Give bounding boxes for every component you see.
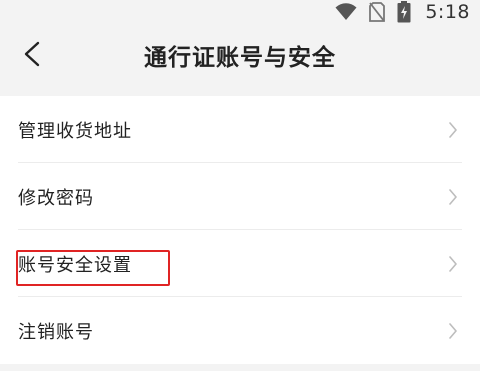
list-item-label: 账号安全设置 xyxy=(18,254,132,276)
list-item-delete-account[interactable]: 注销账号 xyxy=(0,297,480,364)
list-item-label: 修改密码 xyxy=(18,187,94,209)
chevron-right-icon xyxy=(449,255,457,272)
no-sim-icon xyxy=(369,2,386,22)
status-bar: 5:18 xyxy=(0,0,480,24)
page-title: 通行证账号与安全 xyxy=(144,45,336,71)
wifi-icon xyxy=(335,3,357,21)
list-item-change-password[interactable]: 修改密码 xyxy=(0,163,480,230)
settings-list: 管理收货地址 修改密码 账号安全设置 注销账号 xyxy=(0,96,480,364)
chevron-right-icon xyxy=(449,188,457,205)
list-item-label: 注销账号 xyxy=(18,321,94,343)
chevron-right-icon xyxy=(449,121,457,138)
status-time: 5:18 xyxy=(425,1,470,23)
battery-charging-icon xyxy=(397,1,411,23)
list-item-account-security[interactable]: 账号安全设置 xyxy=(0,230,480,297)
header: 通行证账号与安全 xyxy=(0,24,480,92)
list-item-manage-address[interactable]: 管理收货地址 xyxy=(0,96,480,163)
bottom-gap xyxy=(0,364,480,371)
screen: 5:18 通行证账号与安全 管理收货地址 修改密码 账号安全设置 注销账号 xyxy=(0,0,480,371)
status-icons: 5:18 xyxy=(335,0,470,24)
chevron-right-icon xyxy=(449,322,457,339)
list-item-label: 管理收货地址 xyxy=(18,120,132,142)
